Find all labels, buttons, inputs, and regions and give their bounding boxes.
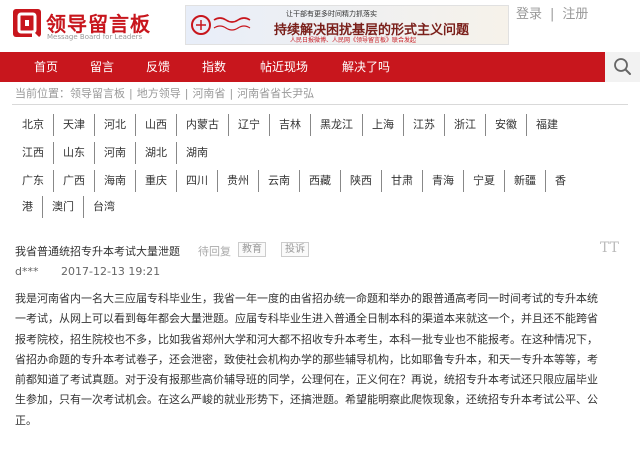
province-link[interactable]: 陕西 xyxy=(340,170,381,192)
message-body: 我是河南省内一名大三应届专科毕业生，我省一年一度的由省招办统一命题和举办的跟普通… xyxy=(15,292,598,427)
province-link[interactable]: 北京 xyxy=(12,114,53,136)
province-link[interactable]: 广西 xyxy=(53,170,94,192)
province-link[interactable]: 内蒙古 xyxy=(176,114,228,136)
nav-item-home[interactable]: 首页 xyxy=(18,52,74,82)
register-link[interactable]: 注册 xyxy=(562,7,588,22)
banner-small-text: 让干部有更多时间精力抓落实 xyxy=(286,10,377,18)
province-link[interactable]: 江苏 xyxy=(403,114,444,136)
province-link[interactable]: 青海 xyxy=(422,170,463,192)
message-date: 2017-12-13 19:21 xyxy=(61,265,161,278)
province-link[interactable]: 宁夏 xyxy=(463,170,504,192)
nav-item-messages[interactable]: 留言 xyxy=(74,52,130,82)
province-link[interactable]: 吉林 xyxy=(269,114,310,136)
province-link[interactable]: 新疆 xyxy=(504,170,545,192)
breadcrumb-item-local-leaders[interactable]: 地方领导 xyxy=(137,87,181,100)
main-nav: 首页 留言 反馈 指数 帖近现场 解决了吗 xyxy=(0,52,640,82)
font-size-toggle[interactable]: TT xyxy=(600,240,619,256)
province-link[interactable]: 山东 xyxy=(53,142,94,164)
nav-search-button[interactable] xyxy=(605,52,640,82)
message-author: d*** xyxy=(15,265,39,278)
breadcrumb-item-henan[interactable]: 河南省 xyxy=(192,87,225,100)
reply-status: 待回复 xyxy=(198,245,231,258)
province-link[interactable]: 港 xyxy=(12,196,42,218)
province-row: 江西 山东 河南 湖北 湖南 xyxy=(12,142,217,164)
province-link[interactable]: 湖北 xyxy=(135,142,176,164)
tag-complaint[interactable]: 投诉 xyxy=(281,242,309,257)
province-link[interactable]: 福建 xyxy=(526,114,567,136)
login-link[interactable]: 登录 xyxy=(516,7,542,22)
breadcrumb-sep: | xyxy=(129,87,133,100)
site-logo[interactable]: 领导留言板 Message Board for Leaders xyxy=(12,6,172,46)
message-title: 我省普通统招专升本考试大量泄题 xyxy=(15,245,180,258)
province-link[interactable]: 天津 xyxy=(53,114,94,136)
search-icon xyxy=(614,58,631,75)
province-link[interactable]: 海南 xyxy=(94,170,135,192)
province-link[interactable]: 河南 xyxy=(94,142,135,164)
province-link[interactable]: 辽宁 xyxy=(228,114,269,136)
province-link[interactable]: 浙江 xyxy=(444,114,485,136)
nav-item-index[interactable]: 指数 xyxy=(186,52,242,82)
breadcrumb-divider xyxy=(12,104,628,105)
province-link[interactable]: 上海 xyxy=(362,114,403,136)
province-link[interactable]: 安徽 xyxy=(485,114,526,136)
province-link[interactable]: 澳门 xyxy=(42,196,83,218)
people-daily-seal-icon xyxy=(191,15,251,35)
breadcrumb-sep: | xyxy=(184,87,189,100)
province-link[interactable]: 贵州 xyxy=(217,170,258,192)
province-link[interactable]: 黑龙江 xyxy=(310,114,362,136)
province-link[interactable]: 湖南 xyxy=(176,142,217,164)
nav-item-feedback[interactable]: 反馈 xyxy=(130,52,186,82)
province-link[interactable]: 河北 xyxy=(94,114,135,136)
province-link[interactable]: 香 xyxy=(545,170,575,192)
province-link[interactable]: 台湾 xyxy=(83,196,124,218)
province-row: 广东 广西 海南 重庆 四川 贵州 云南 西藏 陕西 甘肃 青海 宁夏 新疆香 xyxy=(12,170,575,192)
tag-education[interactable]: 教育 xyxy=(238,242,266,257)
logo-mark-icon xyxy=(13,9,41,37)
auth-separator: | xyxy=(550,7,555,22)
campaign-banner[interactable]: 让干部有更多时间精力抓落实 持续解决困扰基层的形式主义问题 人民日报微博、人民网… xyxy=(185,5,509,45)
breadcrumb: 当前位置：领导留言板 | 地方领导 | 河南省 | 河南省省长尹弘 xyxy=(15,85,314,101)
province-link[interactable]: 甘肃 xyxy=(381,170,422,192)
province-link[interactable]: 西藏 xyxy=(299,170,340,192)
logo-subtitle: Message Board for Leaders xyxy=(47,33,143,41)
site-header: 领导留言板 Message Board for Leaders 让干部有更多时间… xyxy=(0,0,640,52)
banner-footnote: 人民日报微博、人民网《领导留言板》联合发起 xyxy=(290,37,417,44)
breadcrumb-item-governor[interactable]: 河南省省长尹弘 xyxy=(237,87,314,100)
province-row: 北京 天津 河北 山西 内蒙古 辽宁 吉林 黑龙江 上海 江苏 浙江 安徽 福建 xyxy=(12,114,567,136)
breadcrumb-item-board[interactable]: 领导留言板 xyxy=(70,87,125,100)
province-selector: 北京 天津 河北 山西 内蒙古 辽宁 吉林 黑龙江 上海 江苏 浙江 安徽 福建 江西 山东 河南 湖北 湖南 … xyxy=(12,112,628,222)
province-link[interactable]: 广东 xyxy=(12,170,53,192)
province-row: 港澳门 台湾 xyxy=(12,196,124,218)
nav-item-scene[interactable]: 帖近现场 xyxy=(248,52,320,82)
nav-item-resolved[interactable]: 解决了吗 xyxy=(330,52,402,82)
province-link[interactable]: 云南 xyxy=(258,170,299,192)
breadcrumb-sep: | xyxy=(229,87,234,100)
province-link[interactable]: 江西 xyxy=(12,142,53,164)
auth-links: 登录 | 注册 xyxy=(516,3,588,22)
province-link[interactable]: 四川 xyxy=(176,170,217,192)
province-link[interactable]: 山西 xyxy=(135,114,176,136)
breadcrumb-prefix: 当前位置： xyxy=(15,87,70,100)
province-link[interactable]: 重庆 xyxy=(135,170,176,192)
